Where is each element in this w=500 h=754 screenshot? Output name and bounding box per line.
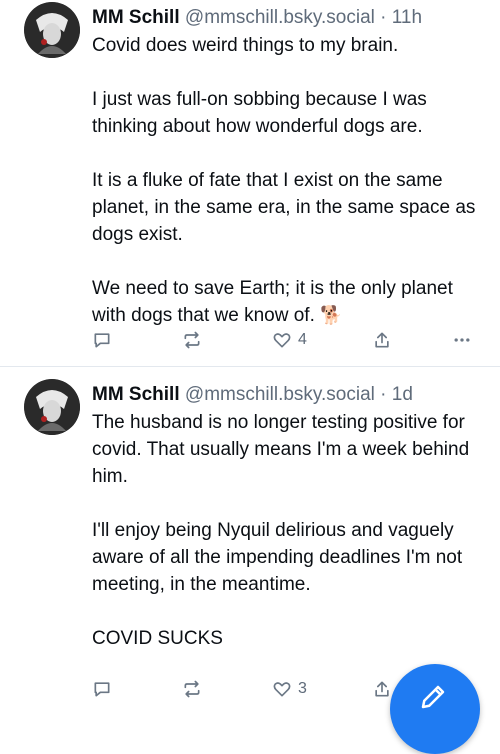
separator: ·: [380, 7, 387, 28]
post-paragraph-text: We need to save Earth; it is the only pl…: [92, 278, 453, 326]
like-button[interactable]: 4: [272, 328, 307, 352]
like-count: 4: [298, 331, 307, 348]
avatar-image: [24, 2, 80, 58]
dog-emoji: 🐕: [320, 305, 343, 325]
author-handle[interactable]: @mmschill.bsky.social: [185, 384, 375, 405]
more-button[interactable]: [452, 328, 472, 352]
repost-button[interactable]: [182, 677, 208, 701]
reply-button[interactable]: [92, 677, 118, 701]
compose-button[interactable]: [390, 664, 480, 754]
like-button[interactable]: 3: [272, 677, 307, 701]
post-text: The husband is no longer testing positiv…: [92, 409, 487, 652]
post-paragraph: COVID SUCKS: [92, 628, 223, 649]
avatar[interactable]: [24, 379, 80, 435]
author-name[interactable]: MM Schill: [92, 7, 180, 28]
post[interactable]: MM Schill @mmschill.bsky.social · 1d The…: [0, 367, 500, 700]
compose-icon: [421, 685, 445, 709]
like-icon: [273, 333, 291, 348]
author-name[interactable]: MM Schill: [92, 384, 180, 405]
share-icon: [375, 681, 389, 697]
post-text: Covid does weird things to my brain. I j…: [92, 32, 487, 329]
post-paragraph: I just was full-on sobbing because I was…: [92, 89, 427, 137]
post-paragraph: We need to save Earth; it is the only pl…: [92, 275, 487, 329]
post-paragraph: It is a fluke of fate that I exist on th…: [92, 170, 476, 245]
repost-button[interactable]: [182, 328, 208, 352]
like-count: 3: [298, 680, 307, 697]
more-icon: [454, 338, 470, 342]
reply-icon: [94, 682, 110, 697]
timestamp[interactable]: 11h: [392, 7, 422, 28]
post-header: MM Schill @mmschill.bsky.social · 11h: [92, 6, 422, 30]
like-icon: [273, 682, 291, 697]
post[interactable]: MM Schill @mmschill.bsky.social · 11h Co…: [0, 0, 500, 366]
post-actions: 4: [0, 328, 500, 352]
author-handle[interactable]: @mmschill.bsky.social: [185, 7, 375, 28]
share-button[interactable]: [372, 677, 392, 701]
repost-icon: [184, 680, 200, 698]
post-paragraph: I'll enjoy being Nyquil delirious and va…: [92, 520, 463, 595]
reply-icon: [94, 333, 110, 348]
post-paragraph: The husband is no longer testing positiv…: [92, 412, 470, 487]
post-paragraph: Covid does weird things to my brain.: [92, 35, 399, 56]
post-header: MM Schill @mmschill.bsky.social · 1d: [92, 383, 413, 407]
share-icon: [375, 332, 389, 348]
share-button[interactable]: [372, 328, 392, 352]
reply-button[interactable]: [92, 328, 118, 352]
avatar-image: [24, 379, 80, 435]
avatar[interactable]: [24, 2, 80, 58]
timestamp[interactable]: 1d: [392, 384, 413, 405]
separator: ·: [380, 384, 387, 405]
repost-icon: [184, 331, 200, 349]
